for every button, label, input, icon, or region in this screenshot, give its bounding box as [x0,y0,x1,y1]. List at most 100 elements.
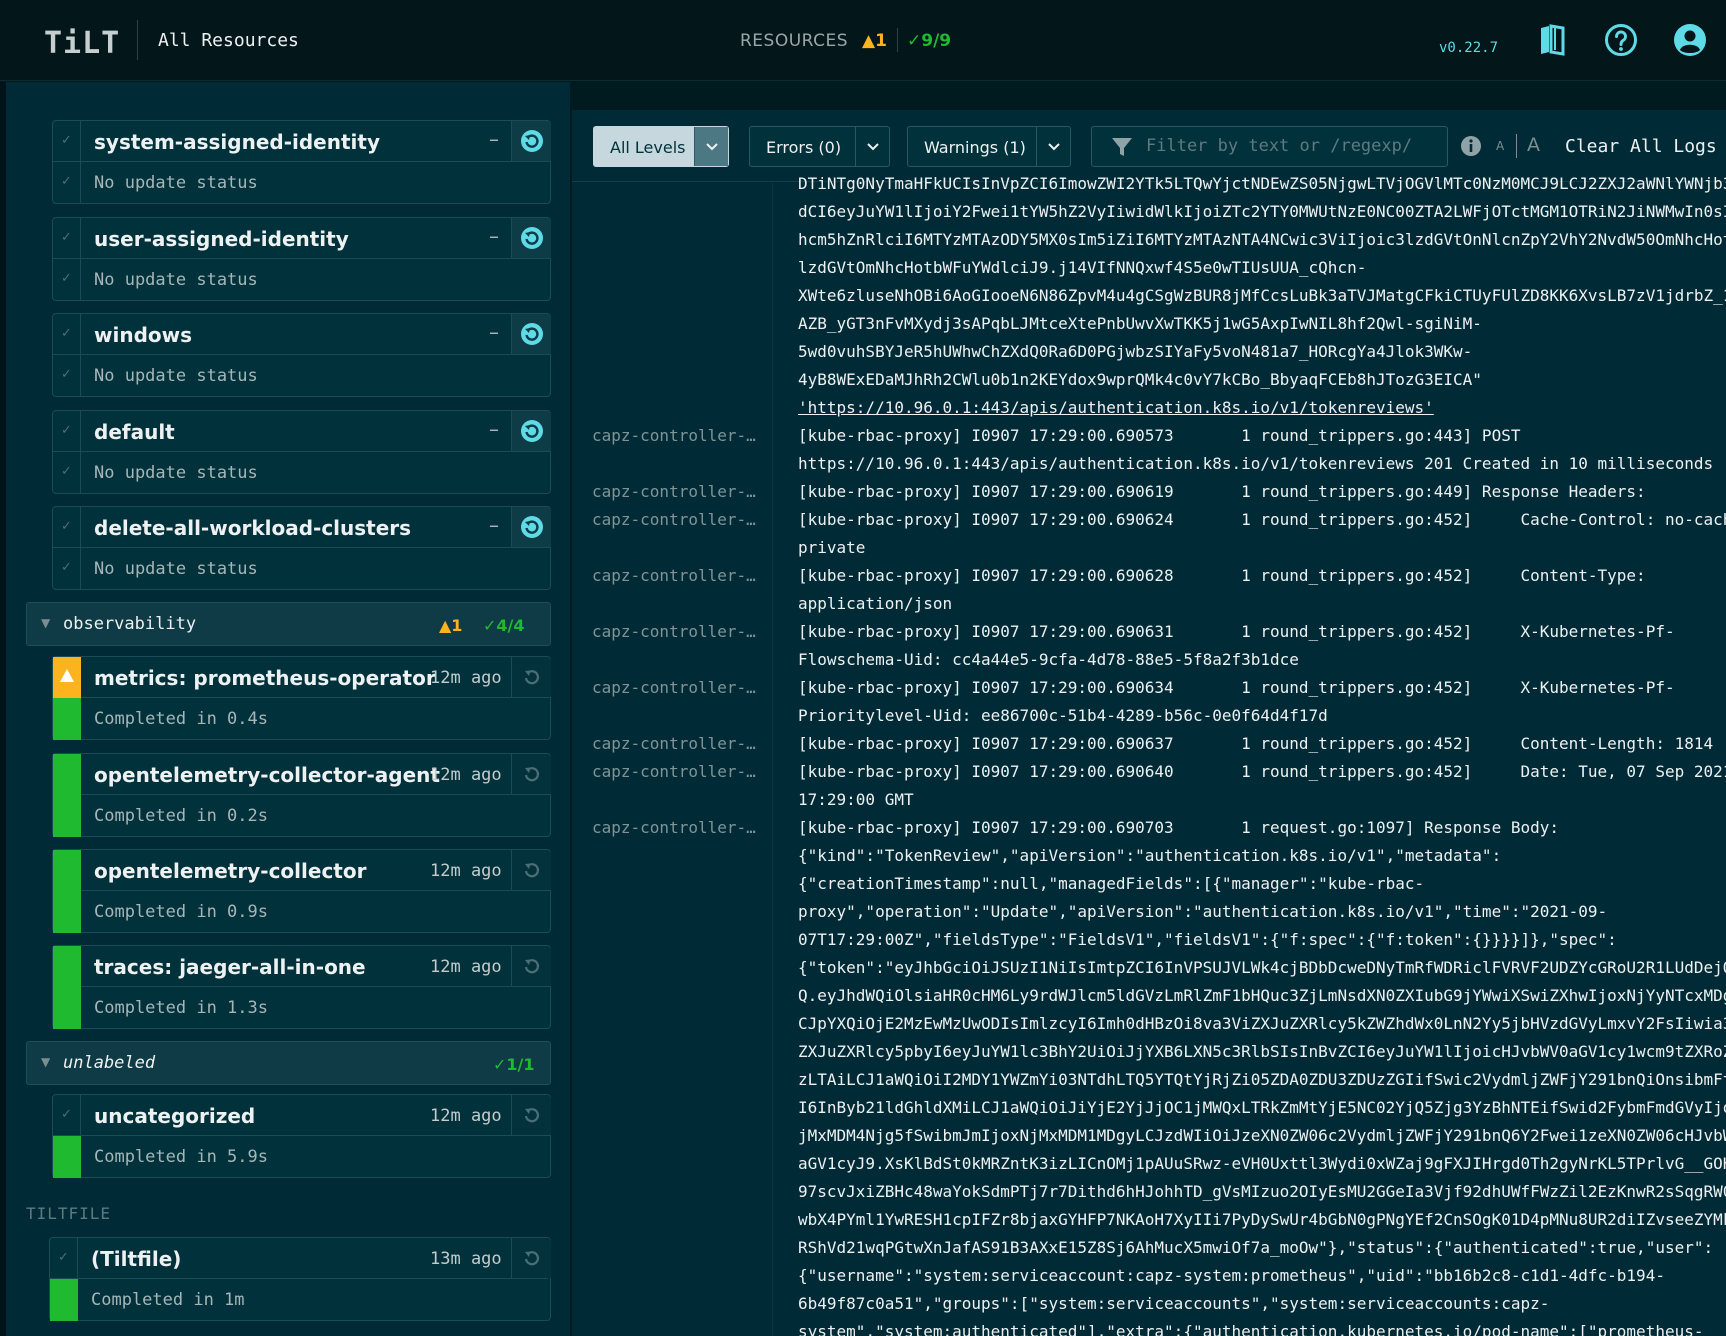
dash-indicator: – [489,320,499,344]
version-label[interactable]: v0.22.7 [1439,40,1498,56]
resource-name[interactable]: windows [94,323,192,347]
log-source-label[interactable]: capz-controller-… [592,818,756,837]
resource-name[interactable]: opentelemetry-collector [94,859,366,883]
log-source-label[interactable]: capz-controller-… [592,762,756,781]
log-filter-input[interactable] [1091,126,1448,167]
dash-indicator: – [489,127,499,151]
resource-name[interactable]: metrics: prometheus-operator [94,666,436,690]
docs-book-icon[interactable] [1534,22,1570,58]
trigger-update-button[interactable] [511,850,551,890]
trigger-update-button[interactable] [511,754,551,794]
clear-all-logs-button[interactable]: Clear All Logs [1565,136,1717,157]
resource-card-delete-all-workload-clusters[interactable]: ✓ ✓ delete-all-workload-clusters – No up… [52,506,551,590]
resource-name[interactable]: traces: jaeger-all-in-one [94,955,366,979]
resource-card-opentelemetry-collector-agent[interactable]: opentelemetry-collector-agent 12m ago Co… [52,753,551,837]
collapse-triangle-icon[interactable]: ▼ [41,616,50,630]
resources-separator [897,28,898,52]
log-line: Prioritylevel-Uid: ee86700c-51b4-4289-b5… [798,706,1328,725]
log-line-with-link[interactable]: https://10.96.0.1:443/apis/authenticatio… [798,450,1726,478]
resource-card-opentelemetry-collector[interactable]: opentelemetry-collector 12m ago Complete… [52,849,551,933]
filter-errors-button[interactable]: Errors (0) [749,126,890,167]
dropdown-caret[interactable] [855,127,889,166]
card-divider [81,890,551,891]
log-source-label[interactable]: capz-controller-… [592,622,756,641]
resource-card-default[interactable]: ✓ ✓ default – No update status [52,410,551,494]
dropdown-caret[interactable] [694,127,728,166]
resource-card-uncategorized[interactable]: ✓ uncategorized 12m ago Completed in 5.9… [52,1094,551,1178]
log-line: lzdGVtOmNhcHotbWFuYWdlciJ9.j14VIfNNQxwf4… [798,258,1367,277]
collapse-triangle-icon[interactable]: ▼ [41,1055,50,1069]
top-divider [137,20,138,60]
log-line: dCI6eyJuYW1lIjoiY2Fwei1tYW5hZ2VyIiwidWlk… [798,202,1726,221]
update-status: No update status [94,270,258,290]
status-box: ✓ [53,218,81,259]
trigger-update-button[interactable] [511,946,551,986]
log-line: wbX4PYml1YwRESH1cpIFZr8bjaxGYHFP7NKAoH7X… [798,1210,1726,1229]
tilt-logo[interactable]: TiLT [44,26,120,61]
resource-card-windows[interactable]: ✓ ✓ windows – No update status [52,313,551,397]
log-source-label[interactable]: capz-controller-… [592,678,756,697]
log-source-label[interactable]: capz-controller-… [592,482,756,501]
trigger-update-button[interactable] [511,411,551,451]
dash-indicator: – [489,224,499,248]
info-icon[interactable] [1460,135,1482,157]
update-status: Completed in 1m [91,1290,245,1310]
status-box [53,1136,81,1178]
log-line: 17:29:00 GMT [798,790,914,809]
group-observability[interactable]: ▼ observability ▲1 ✓4/4 [26,602,551,646]
resource-card-tiltfile[interactable]: ✓ (Tiltfile) 13m ago Completed in 1m [49,1237,551,1321]
font-size-increase-button[interactable]: A [1527,134,1540,156]
resource-name[interactable]: system-assigned-identity [94,130,380,154]
log-line: 5wd0vuhSBYJeR5hUWhwChZXdQ0Ra6D0PGjwbzSIY… [798,342,1473,361]
resource-name[interactable]: default [94,420,175,444]
check-icon: ✓ [61,230,72,245]
filter-text-field[interactable] [1146,136,1436,156]
log-line: 97scvJxiZBHc48waYokSdmPTj7r7Dithd6hHJohh… [798,1182,1726,1201]
update-status: No update status [94,366,258,386]
log-source-label[interactable]: capz-controller-… [592,734,756,753]
trigger-update-button[interactable] [511,314,551,354]
resource-name[interactable]: user-assigned-identity [94,227,349,251]
trigger-update-button[interactable] [511,507,551,547]
filter-label: All Levels [610,138,686,157]
resource-name[interactable]: (Tiltfile) [91,1247,181,1271]
resource-card-user-assigned-identity[interactable]: ✓ ✓ user-assigned-identity – No update s… [52,217,551,301]
dropdown-caret[interactable] [1036,127,1070,166]
status-box [53,754,81,795]
account-icon[interactable] [1672,22,1708,58]
log-source-label[interactable]: capz-controller-… [592,566,756,585]
card-divider [81,986,551,987]
status-box: ✓ [53,548,81,590]
log-line: DTiNTg0NyTmaHFkUCIsInVpZCI6ImowZWI2YTk5L… [798,174,1726,193]
resources-warning-count[interactable]: ▲1 [862,31,887,51]
resources-ok-count[interactable]: ✓9/9 [907,31,951,51]
trigger-update-button[interactable] [511,1238,551,1278]
resource-name[interactable]: delete-all-workload-clusters [94,516,411,540]
trigger-update-button[interactable] [511,121,551,161]
resource-card-traces-jaeger-all-in-one[interactable]: traces: jaeger-all-in-one 12m ago Comple… [52,945,551,1029]
filter-all-levels-button[interactable]: All Levels [593,126,729,167]
update-status: No update status [94,559,258,579]
resource-card-system-assigned-identity[interactable]: ✓ ✓ system-assigned-identity – No update… [52,120,551,204]
filter-warnings-button[interactable]: Warnings (1) [907,126,1071,167]
refresh-icon [524,959,540,974]
trigger-update-button[interactable] [511,218,551,258]
last-update-time: 12m ago [430,861,502,881]
check-icon: ✓ [61,133,72,148]
resource-card-metrics-prometheus-operator[interactable]: metrics: prometheus-operator 12m ago Com… [52,656,551,740]
log-source-label[interactable]: capz-controller-… [592,426,756,445]
group-unlabeled[interactable]: ▼ unlabeled ✓1/1 [26,1041,551,1085]
help-icon[interactable] [1603,22,1639,58]
log-link[interactable]: 'https://10.96.0.1:443/apis/authenticati… [798,394,1726,422]
log-line: [kube-rbac-proxy] I0907 17:29:00.690640 … [798,762,1726,781]
trigger-update-button[interactable] [511,657,551,697]
card-divider [81,697,551,698]
log-source-label[interactable]: capz-controller-… [592,510,756,529]
resource-name[interactable]: opentelemetry-collector-agent [94,763,440,787]
left-edge [0,82,6,1336]
trigger-update-button[interactable] [511,1095,551,1135]
font-size-decrease-button[interactable]: A [1496,139,1504,153]
status-box [53,891,81,933]
resource-name[interactable]: uncategorized [94,1104,255,1128]
log-line: hcm5hZnRlciI6MTYzMTAzODY5MX0sIm5iZiI6MTY… [798,230,1726,249]
